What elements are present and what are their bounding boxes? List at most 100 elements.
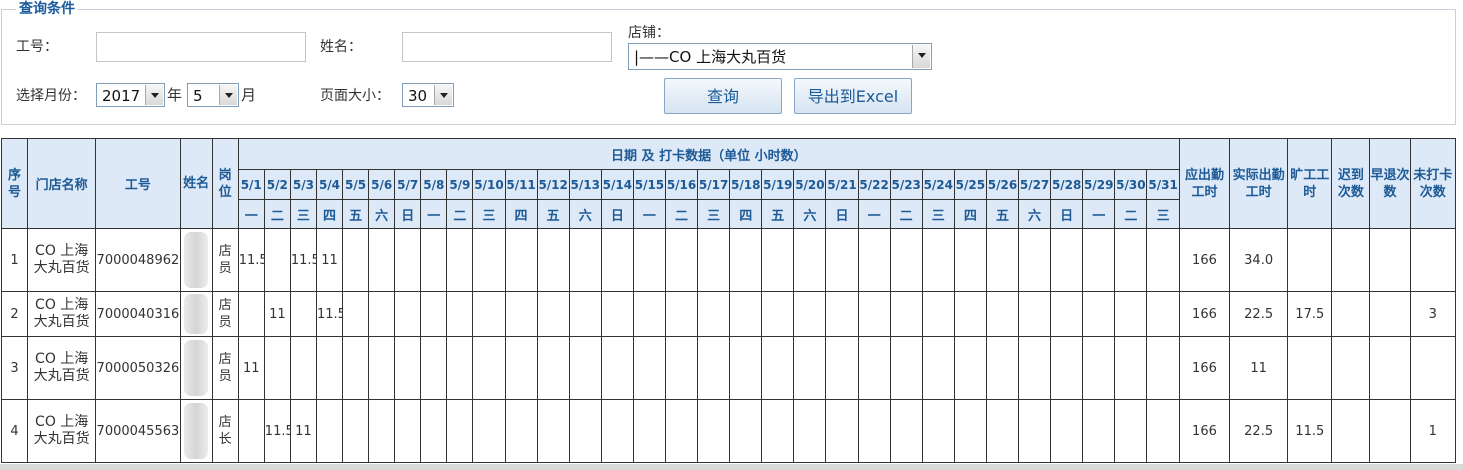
cell-early — [1369, 399, 1411, 463]
cell-day — [504, 336, 538, 400]
avatar — [184, 340, 209, 396]
cell-absent: 17.5 — [1287, 291, 1333, 337]
cell-day — [568, 336, 602, 400]
weekday-header: 三 — [697, 199, 731, 229]
date-header: 5/17 — [697, 169, 731, 200]
cell-day — [420, 399, 448, 463]
cell-seq: 2 — [0, 291, 29, 337]
cell-day — [1146, 399, 1180, 463]
date-header: 5/20 — [793, 169, 827, 200]
weekday-header: 六 — [1018, 199, 1052, 229]
cell-day — [504, 291, 538, 337]
weekday-header: 四 — [504, 199, 538, 229]
cell-day — [368, 336, 396, 400]
weekday-header: 日 — [1050, 199, 1084, 229]
weekday-header: 二 — [889, 199, 923, 229]
cell-day — [793, 399, 827, 463]
cell-day — [889, 336, 923, 400]
cell-day — [1114, 228, 1148, 292]
cell-day — [953, 336, 987, 400]
table-row: 3 CO 上海大丸百货 7000050326 店员 11 166 11 — [0, 336, 1457, 400]
date-header: 5/19 — [761, 169, 795, 200]
weekday-header: 日 — [394, 199, 422, 229]
cell-day: 11.5 — [289, 228, 317, 292]
weekday-header: 一 — [632, 199, 666, 229]
weekday-header: 六 — [793, 199, 827, 229]
date-header: 5/2 — [263, 169, 291, 200]
date-header: 5/15 — [632, 169, 666, 200]
cell-emp: 7000048962 — [95, 228, 181, 292]
header-emp: 工号 — [95, 138, 181, 229]
month-label: 选择月份： — [16, 88, 86, 104]
cell-day — [985, 291, 1020, 337]
cell-day — [889, 291, 923, 337]
attendance-table: 序号 门店名称 工号 姓名 岗位 日期 及 打卡数据（单位 小时数） 应出勤工时… — [0, 138, 1457, 463]
cell-day — [921, 336, 955, 400]
cell-day — [1114, 291, 1148, 337]
cell-day — [394, 399, 422, 463]
cell-post: 店员 — [211, 291, 239, 337]
avatar — [184, 294, 209, 334]
cell-day — [536, 228, 570, 292]
store-select[interactable]: |——CO 上海大丸百货 — [628, 43, 932, 70]
date-header: 5/27 — [1018, 169, 1052, 200]
date-header: 5/31 — [1146, 169, 1180, 200]
pagesize-select[interactable]: 30 — [402, 83, 454, 107]
weekday-header: 日 — [600, 199, 634, 229]
date-header: 5/6 — [368, 169, 396, 200]
cell-day — [729, 291, 763, 337]
cell-absent — [1287, 228, 1333, 292]
cell-day — [315, 336, 344, 400]
cell-actual: 22.5 — [1229, 291, 1289, 337]
cell-day — [600, 399, 634, 463]
export-excel-button[interactable]: 导出到Excel — [794, 78, 912, 114]
chevron-down-icon[interactable] — [145, 85, 163, 105]
cell-day — [1146, 228, 1180, 292]
chevron-down-icon[interactable] — [219, 85, 237, 105]
cell-seq: 1 — [0, 228, 29, 292]
cell-day — [793, 291, 827, 337]
avatar — [184, 403, 209, 459]
header-name: 姓名 — [179, 138, 213, 229]
horizontal-scrollbar[interactable] — [0, 464, 1463, 470]
search-button[interactable]: 查询 — [664, 78, 782, 114]
emp-label: 工号： — [16, 39, 58, 55]
cell-day — [568, 228, 602, 292]
weekday-header: 二 — [664, 199, 699, 229]
cell-day — [342, 228, 370, 292]
cell-day — [697, 291, 731, 337]
cell-day — [1018, 228, 1052, 292]
weekday-header: 六 — [368, 199, 396, 229]
cell-expected: 166 — [1178, 228, 1231, 292]
table-row: 2CO 上海大丸百货7000040316 店员 11 11.5 16622.517.5 3 — [0, 291, 1457, 337]
cell-late — [1331, 291, 1371, 337]
weekday-header: 四 — [953, 199, 987, 229]
weekday-header: 三 — [289, 199, 317, 229]
date-header: 5/26 — [985, 169, 1020, 200]
cell-day — [729, 399, 763, 463]
cell-day — [472, 228, 506, 292]
cell-day — [263, 228, 291, 292]
header-absent: 旷工工时 — [1287, 138, 1333, 229]
cell-day — [1050, 336, 1084, 400]
cell-name — [179, 336, 213, 400]
cell-day — [1050, 399, 1084, 463]
name-input[interactable] — [402, 32, 612, 62]
date-header: 5/18 — [729, 169, 763, 200]
cell-day — [857, 291, 891, 337]
emp-input[interactable] — [96, 32, 306, 62]
cell-day — [504, 228, 538, 292]
year-unit: 年 — [167, 86, 183, 104]
cell-post: 店长 — [211, 399, 239, 463]
month-select[interactable]: 5 — [187, 83, 239, 107]
cell-day — [394, 336, 422, 400]
cell-day — [1146, 291, 1180, 337]
chevron-down-icon[interactable] — [912, 45, 930, 68]
cell-seq: 3 — [0, 336, 29, 400]
cell-day — [1018, 336, 1052, 400]
cell-day — [729, 228, 763, 292]
cell-actual: 22.5 — [1229, 399, 1289, 463]
year-select[interactable]: 2017 — [96, 83, 165, 107]
cell-name — [179, 399, 213, 463]
chevron-down-icon[interactable] — [434, 85, 452, 105]
